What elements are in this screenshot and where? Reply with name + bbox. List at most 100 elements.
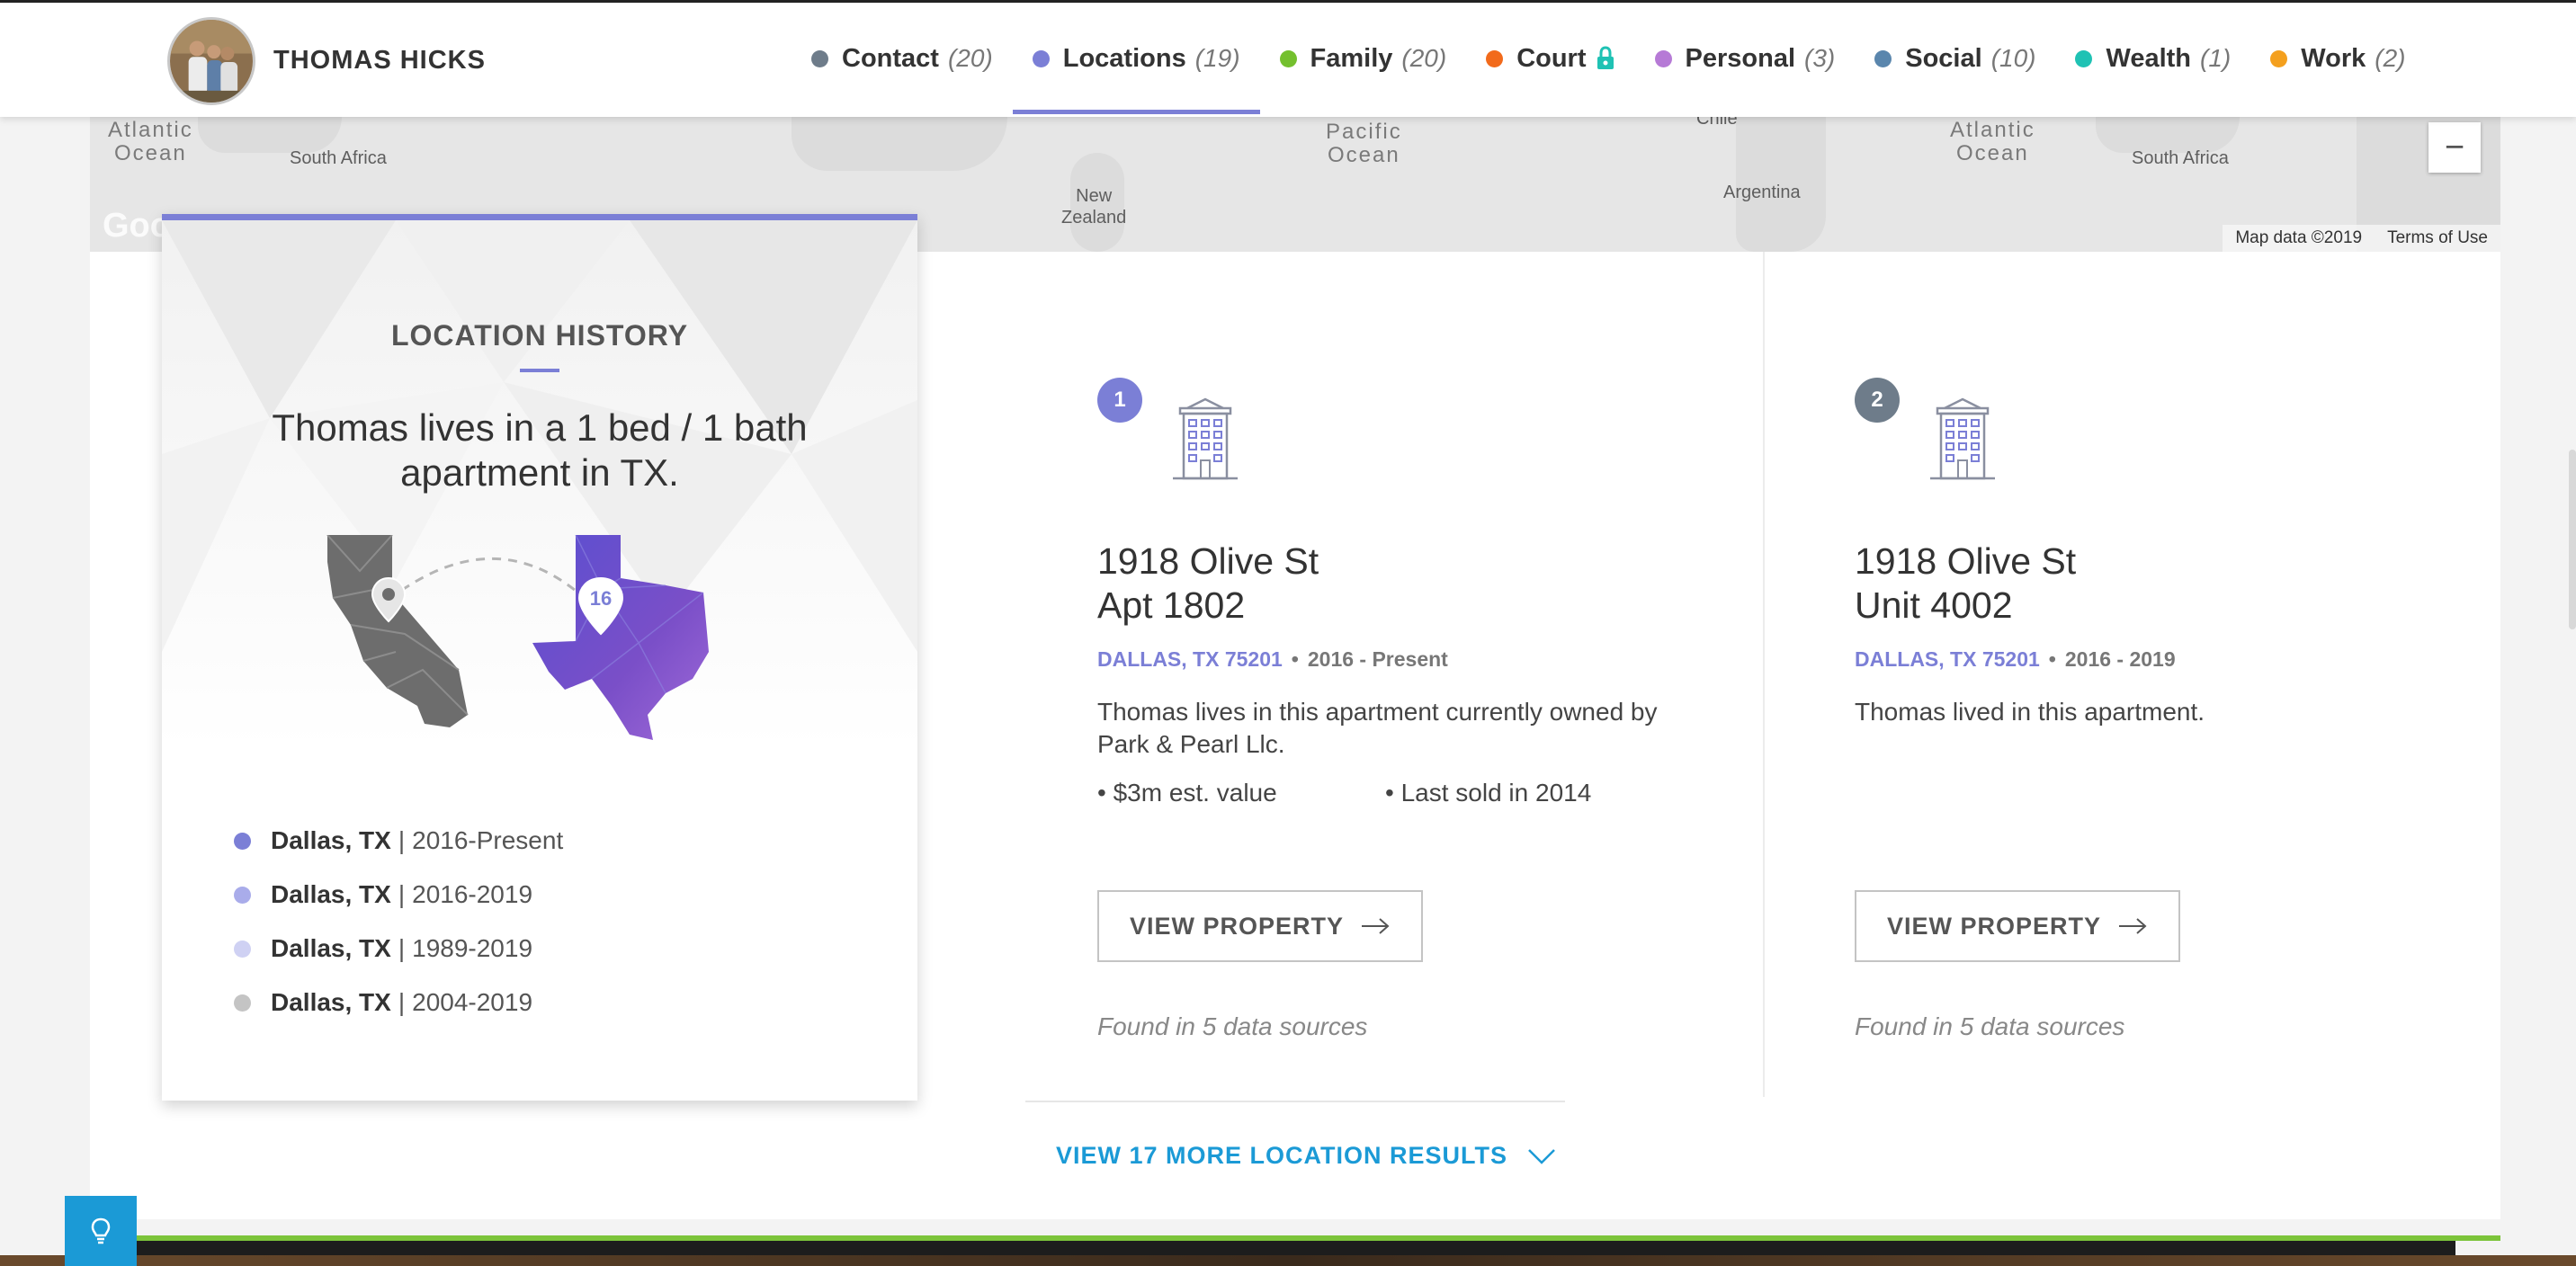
tab-color-dot <box>1486 49 1504 67</box>
chevron-down-icon <box>1528 1148 1555 1164</box>
property-facts: • $3m est. value • Last sold in 2014 <box>1097 779 1673 807</box>
tab-count: (20) <box>1401 44 1447 72</box>
tab-color-dot <box>2075 49 2093 67</box>
view-more-locations-link[interactable]: VIEW 17 MORE LOCATION RESULTS <box>1056 1142 1556 1170</box>
tab-court[interactable]: Court <box>1466 3 1634 114</box>
map-label: South Africa <box>2132 148 2229 168</box>
location-history-item: Dallas, TX | 2016-2019 <box>234 868 863 922</box>
avatar[interactable] <box>167 17 255 105</box>
lightbulb-icon <box>91 1217 111 1244</box>
map-attribution: Map data ©2019 Terms of Use <box>2223 225 2500 252</box>
arrow-right-icon <box>1362 918 1390 934</box>
location-city: Dallas, TX <box>271 880 391 908</box>
history-summary: Thomas lives in a 1 bed / 1 bath apartme… <box>272 406 808 494</box>
top-header: THOMAS HICKS Contact (20) Locations (19) Fam… <box>0 0 2576 117</box>
property-city-link[interactable]: DALLAS, TX 75201 <box>1097 647 1283 672</box>
map-data-credit: Map data ©2019 <box>2235 228 2363 247</box>
location-city: Dallas, TX <box>271 988 391 1016</box>
property-city-link[interactable]: DALLAS, TX 75201 <box>1855 647 2040 672</box>
tab-label: Court <box>1516 43 1587 73</box>
location-years: 2004-2019 <box>412 988 533 1016</box>
property-meta: DALLAS, TX 75201 • 2016 - 2019 <box>1855 647 2176 672</box>
location-years: 1989-2019 <box>412 934 533 962</box>
location-separator: | <box>398 826 406 854</box>
address-line2: Unit 4002 <box>1855 584 2013 626</box>
address-line2: Apt 1802 <box>1097 584 1246 626</box>
property-fact: • $3m est. value <box>1097 779 1277 807</box>
property-years: 2016 - 2019 <box>2064 647 2176 671</box>
pin-count: 16 <box>590 587 612 610</box>
tips-button[interactable] <box>65 1196 137 1266</box>
map-label: Argentina <box>1723 183 1801 202</box>
map-terms-link[interactable]: Terms of Use <box>2375 228 2500 248</box>
map-provider-logo: Goo <box>103 207 171 245</box>
tab-color-dot <box>811 49 828 67</box>
address-line1: 1918 Olive St <box>1855 540 2077 582</box>
location-dot <box>234 832 251 850</box>
location-history-list: Dallas, TX | 2016-Present Dallas, TX | 2016-2… <box>234 814 863 1030</box>
map-label: South Africa <box>290 148 387 168</box>
view-property-button[interactable]: VIEW PROPERTY <box>1855 890 2180 962</box>
page: AtlanticOcean South Africa NewZealand So… <box>0 0 2576 1266</box>
location-history-item: Dallas, TX | 2004-2019 <box>234 976 863 1030</box>
tab-family[interactable]: Family (20) <box>1260 3 1467 114</box>
building-icon <box>1930 397 1995 480</box>
building-icon <box>1173 397 1238 480</box>
location-city: Dallas, TX <box>271 826 391 854</box>
property-number-badge: 2 <box>1855 378 1900 423</box>
map-zoom-out-button[interactable]: − <box>2428 122 2481 173</box>
data-sources-note: Found in 5 data sources <box>1855 1012 2125 1040</box>
tab-count: (10) <box>1990 44 2036 72</box>
california-shape <box>327 535 468 727</box>
location-separator: | <box>398 988 406 1016</box>
tab-personal[interactable]: Personal (3) <box>1635 3 1856 114</box>
profile-photo <box>170 20 253 103</box>
section-tabs: Contact (20) Locations (19) Family (20) Court P… <box>792 3 2425 120</box>
view-property-label: VIEW PROPERTY <box>1129 912 1345 940</box>
state-move-illustration: 16 <box>326 535 709 740</box>
tab-contact[interactable]: Contact (20) <box>792 3 1013 114</box>
tab-count: (1) <box>2200 44 2232 72</box>
divider <box>1025 1101 1565 1102</box>
property-fact: • Last sold in 2014 <box>1385 779 1592 807</box>
tab-color-dot <box>1279 49 1297 67</box>
texas-shape <box>532 535 709 740</box>
view-property-label: VIEW PROPERTY <box>1886 912 2102 940</box>
tab-label: Contact <box>842 43 939 73</box>
location-years: 2016-2019 <box>412 880 533 908</box>
property-meta: DALLAS, TX 75201 • 2016 - Present <box>1097 647 1448 672</box>
background-edge <box>0 1255 2576 1266</box>
location-history-item: Dallas, TX | 1989-2019 <box>234 922 863 976</box>
location-history-title: LOCATION HISTORY <box>390 319 689 352</box>
location-dot <box>234 940 251 958</box>
tab-locations[interactable]: Locations (19) <box>1012 3 1260 114</box>
property-address: 1918 Olive St Apt 1802 <box>1097 539 1319 628</box>
location-dot <box>234 994 251 1012</box>
tab-label: Wealth <box>2106 43 2192 73</box>
location-years: 2016-Present <box>412 826 564 854</box>
property-years: 2016 - Present <box>1307 647 1448 671</box>
meta-separator: • <box>2048 647 2056 671</box>
property-number-badge: 1 <box>1097 378 1142 423</box>
tab-count: (3) <box>1804 44 1836 72</box>
tab-wealth[interactable]: Wealth (1) <box>2055 3 2250 114</box>
property-description: Thomas lives in this apartment currently… <box>1097 698 1658 758</box>
tab-label: Work <box>2301 43 2366 73</box>
lock-icon <box>1597 46 1614 69</box>
location-separator: | <box>398 880 406 908</box>
tab-count: (19) <box>1194 44 1240 72</box>
property-card: 1 1918 Olive St Apt 1802 DALLAS, TX 7520… <box>1007 252 1754 1160</box>
tab-label: Locations <box>1062 43 1186 73</box>
location-history-item: Dallas, TX | 2016-Present <box>234 814 863 868</box>
tab-work[interactable]: Work (2) <box>2250 3 2425 114</box>
view-more-label: VIEW 17 MORE LOCATION RESULTS <box>1056 1142 1508 1169</box>
tab-social[interactable]: Social (10) <box>1855 3 2055 114</box>
view-property-button[interactable]: VIEW PROPERTY <box>1097 890 1423 962</box>
address-line1: 1918 Olive St <box>1097 540 1319 582</box>
property-card: 2 1918 Olive St Unit 4002 DALLAS, TX 752… <box>1763 252 2500 1097</box>
scrollbar[interactable] <box>2569 450 2576 629</box>
tab-count: (20) <box>947 44 993 72</box>
map-label: New Zealand <box>1061 186 1127 227</box>
map-label: Atlantic Ocean <box>1950 118 2035 165</box>
data-sources-note: Found in 5 data sources <box>1097 1012 1368 1040</box>
